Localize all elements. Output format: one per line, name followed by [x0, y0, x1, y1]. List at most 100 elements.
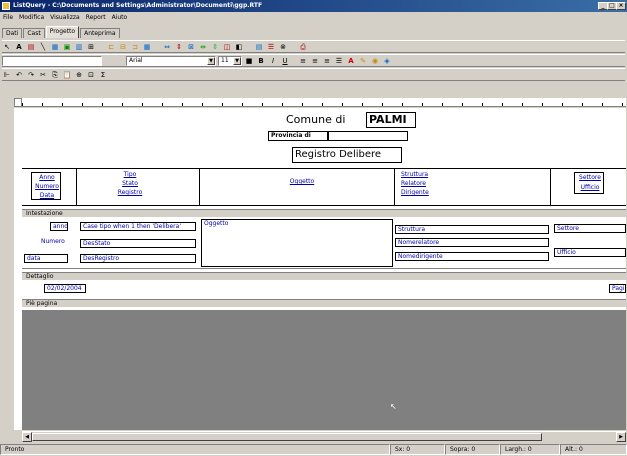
font-color-icon[interactable]: A — [346, 56, 356, 66]
field-oggetto[interactable]: Oggetto — [201, 219, 393, 267]
delete-icon[interactable]: ⊗ — [278, 42, 288, 52]
band-pie-pagina[interactable]: Piè pagina — [22, 299, 626, 307]
size-value: 11 — [221, 56, 229, 64]
undo-icon[interactable]: ↶ — [14, 70, 24, 80]
style-select[interactable] — [2, 55, 102, 66]
size-both-icon[interactable]: ⊠ — [186, 42, 196, 52]
rect-tool-icon[interactable]: ▦ — [50, 42, 60, 52]
sub-report-icon[interactable]: ⊞ — [86, 42, 96, 52]
font-select[interactable]: Arial ▼ — [126, 55, 216, 66]
footer-page-field[interactable]: Pagi — [609, 284, 626, 293]
snap-icon[interactable]: ⊩ — [2, 70, 12, 80]
scroll-thumb[interactable] — [32, 433, 542, 441]
field-tipo[interactable]: Case tipo when 1 then 'Delibera' — [80, 222, 196, 231]
format-painter-icon[interactable]: ◉ — [370, 56, 380, 66]
footer-date-field[interactable]: 02/02/2004 — [44, 284, 86, 293]
header-col3[interactable]: Oggetto — [284, 178, 318, 188]
underline-button[interactable]: U — [280, 56, 290, 66]
field-tool-icon[interactable]: ▤ — [26, 42, 36, 52]
scroll-right-icon[interactable]: ▶ — [616, 432, 626, 442]
header-ufficio: Ufficio — [580, 184, 600, 191]
send-back-icon[interactable]: ◧ — [234, 42, 244, 52]
tab-dati[interactable]: Dati — [2, 28, 23, 38]
paste-icon[interactable]: 📋 — [62, 70, 72, 80]
horizontal-scrollbar[interactable]: ◀ ▶ — [22, 431, 626, 442]
header-col4[interactable]: Struttura Relatore Dirigente — [399, 170, 435, 200]
field-settore[interactable]: Settore — [554, 224, 626, 233]
field-ufficio[interactable]: Ufficio — [554, 248, 626, 257]
title-prefix[interactable]: Comune di — [284, 113, 364, 127]
image-tool-icon[interactable]: ▣ — [62, 42, 72, 52]
bold-button[interactable]: B — [256, 56, 266, 66]
tab-progetto[interactable]: Progetto — [45, 26, 80, 38]
cut-icon[interactable]: ✂ — [38, 70, 48, 80]
align-right-text-icon[interactable]: ≡ — [322, 56, 332, 66]
provincia-label[interactable]: Provincia di — [268, 131, 328, 141]
align-center-icon[interactable]: ⊟ — [118, 42, 128, 52]
horizontal-ruler — [22, 98, 626, 107]
scroll-left-icon[interactable]: ◀ — [22, 432, 32, 442]
bullet-icon[interactable]: ■ — [244, 56, 254, 66]
field-dirigente[interactable]: Nomedirigente — [395, 252, 549, 261]
menu-visualizza[interactable]: Visualizza — [50, 13, 80, 23]
close-button[interactable]: × — [616, 2, 626, 10]
title-name-field[interactable]: PALMI — [366, 112, 416, 128]
column-divider — [550, 168, 551, 206]
chevron-down-icon: ▼ — [207, 56, 215, 65]
size-select[interactable]: 11 ▼ — [218, 55, 242, 66]
conditional-format-icon[interactable]: ◈ — [382, 56, 392, 66]
field-numero[interactable]: Numero — [39, 238, 67, 247]
menu-modifica[interactable]: Modifica — [19, 13, 44, 23]
band-dettaglio[interactable]: Dettaglio — [22, 272, 626, 280]
space-v-icon[interactable]: ⇳ — [210, 42, 220, 52]
page-setup-icon[interactable]: ⊡ — [86, 70, 96, 80]
chart-tool-icon[interactable]: ▥ — [74, 42, 84, 52]
column-divider — [394, 168, 395, 206]
field-anno[interactable]: anno — [50, 222, 68, 231]
justify-icon[interactable]: ☰ — [334, 56, 344, 66]
table-icon[interactable]: ▤ — [254, 42, 264, 52]
field-struttura[interactable]: Struttura — [395, 225, 549, 234]
size-width-icon[interactable]: ⇔ — [162, 42, 172, 52]
menu-aiuto[interactable]: Aiuto — [112, 13, 128, 23]
size-height-icon[interactable]: ⇕ — [174, 42, 184, 52]
tab-cast[interactable]: Cast — [23, 28, 45, 38]
header-col2[interactable]: Tipo Stato Registro — [112, 170, 146, 200]
zoom-icon[interactable]: ⊕ — [74, 70, 84, 80]
redo-icon[interactable]: ↷ — [26, 70, 36, 80]
title-bar: ListQuery - C:\Documents and Settings\Ad… — [0, 0, 627, 12]
band-intestazione[interactable]: Intestazione — [22, 209, 626, 217]
menu-file[interactable]: File — [3, 13, 13, 23]
align-right-icon[interactable]: ⊐ — [130, 42, 140, 52]
bring-front-icon[interactable]: ◫ — [222, 42, 232, 52]
subtitle-field[interactable]: Registro Delibere — [292, 147, 402, 163]
field-data[interactable]: data — [24, 254, 68, 263]
header-col5[interactable]: Settore Ufficio — [574, 172, 604, 194]
fill-color-icon[interactable]: ✎ — [358, 56, 368, 66]
header-relatore: Relatore — [401, 180, 426, 187]
header-col1[interactable]: Anno Numero Data — [31, 172, 61, 200]
align-left-icon[interactable]: ⊏ — [106, 42, 116, 52]
copy-icon[interactable]: ⎘ — [50, 70, 60, 80]
space-h-icon[interactable]: ⇹ — [198, 42, 208, 52]
field-relatore[interactable]: Nomerelatore — [395, 238, 549, 247]
header-settore: Settore — [579, 174, 601, 181]
provincia-field[interactable] — [328, 131, 408, 141]
line-tool-icon[interactable]: ╲ — [38, 42, 48, 52]
menu-report[interactable]: Report — [86, 13, 106, 23]
field-stato[interactable]: DesStato — [80, 239, 196, 248]
sum-icon[interactable]: Σ — [98, 70, 108, 80]
column-divider — [199, 168, 200, 206]
pointer-icon[interactable]: ↖ — [2, 42, 12, 52]
tab-anteprima[interactable]: Anteprima — [80, 28, 120, 38]
italic-button[interactable]: I — [268, 56, 278, 66]
grid-icon[interactable]: ▦ — [142, 42, 152, 52]
field-registro[interactable]: DesRegistro — [80, 254, 196, 263]
window-title: ListQuery - C:\Documents and Settings\Ad… — [13, 2, 263, 9]
align-center-text-icon[interactable]: ≡ — [310, 56, 320, 66]
header-tipo: Tipo — [123, 171, 137, 178]
print-icon[interactable]: ⎙ — [298, 42, 308, 52]
properties-icon[interactable]: ☰ — [266, 42, 276, 52]
text-tool-icon[interactable]: A — [14, 42, 24, 52]
align-left-text-icon[interactable]: ≡ — [298, 56, 308, 66]
